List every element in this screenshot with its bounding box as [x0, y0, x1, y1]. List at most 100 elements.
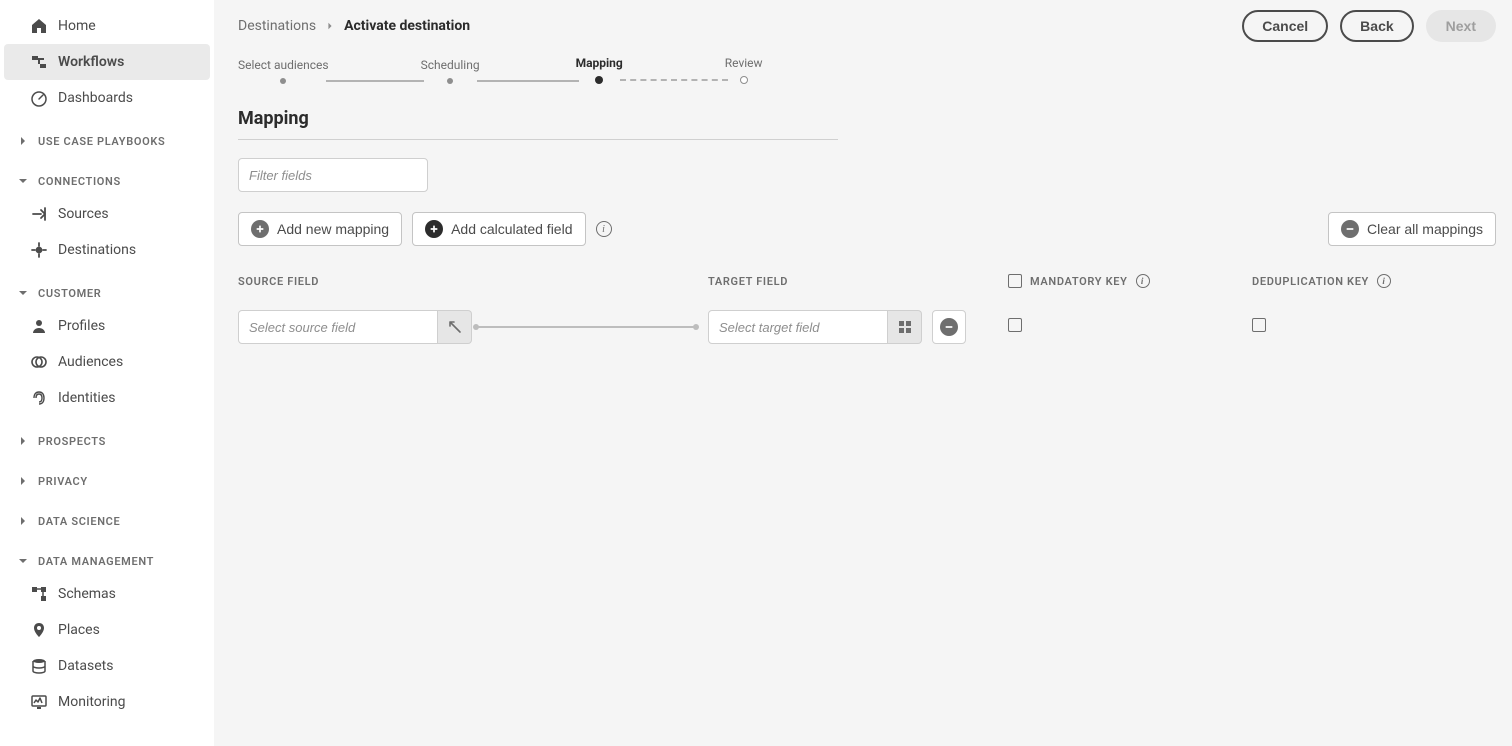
mapping-columns-header: SOURCE FIELD TARGET FIELD MANDATORY KEY …: [238, 274, 1496, 288]
sidebar-item-label: Identities: [58, 390, 115, 406]
step-scheduling[interactable]: Scheduling: [421, 58, 480, 84]
sidebar-item-label: Dashboards: [58, 90, 133, 106]
mapping-connector: [476, 326, 696, 328]
clear-all-mappings-button[interactable]: Clear all mappings: [1328, 212, 1496, 246]
sidebar-item-label: Monitoring: [58, 694, 126, 710]
add-calculated-field-button[interactable]: Add calculated field: [412, 212, 585, 246]
source-field-picker-button[interactable]: [438, 310, 472, 344]
button-label: Clear all mappings: [1367, 221, 1483, 237]
sidebar-item-sources[interactable]: Sources: [4, 196, 210, 232]
sidebar-group-prospects[interactable]: PROSPECTS: [4, 426, 210, 456]
breadcrumb-root[interactable]: Destinations: [238, 18, 316, 34]
sidebar-group-data-management[interactable]: DATA MANAGEMENT: [4, 546, 210, 576]
cancel-button[interactable]: Cancel: [1242, 10, 1328, 42]
sidebar-item-audiences[interactable]: Audiences: [4, 344, 210, 380]
sidebar-group-connections[interactable]: CONNECTIONS: [4, 166, 210, 196]
dedup-key-checkbox[interactable]: [1252, 318, 1266, 332]
next-button: Next: [1426, 10, 1496, 42]
sidebar-item-datasets[interactable]: Datasets: [4, 648, 210, 684]
step-connector: [620, 79, 728, 81]
header-actions: Cancel Back Next: [1242, 10, 1496, 42]
datasets-icon: [30, 657, 48, 675]
column-header-target: TARGET FIELD: [708, 275, 1008, 288]
column-header-dedup: DEDUPLICATION KEY i: [1252, 274, 1496, 288]
sidebar-group-label: DATA MANAGEMENT: [38, 555, 154, 568]
remove-mapping-button[interactable]: [932, 310, 966, 344]
step-dot-icon: [280, 78, 286, 84]
identities-icon: [30, 389, 48, 407]
sidebar-item-dashboards[interactable]: Dashboards: [4, 80, 210, 116]
checkbox-icon[interactable]: [1008, 274, 1022, 288]
mandatory-key-cell: [1008, 318, 1252, 336]
chevron-down-icon: [16, 554, 30, 568]
sidebar-item-places[interactable]: Places: [4, 612, 210, 648]
chevron-right-icon: [326, 22, 334, 30]
sidebar-group-label: USE CASE PLAYBOOKS: [38, 135, 165, 148]
sidebar-item-label: Destinations: [58, 242, 136, 258]
profile-icon: [30, 317, 48, 335]
sidebar-item-label: Places: [58, 622, 100, 638]
plus-circle-icon: [251, 220, 269, 238]
column-header-mandatory: MANDATORY KEY i: [1008, 274, 1252, 288]
sidebar-group-data-science[interactable]: DATA SCIENCE: [4, 506, 210, 536]
workflow-icon: [30, 53, 48, 71]
plus-circle-icon: [425, 220, 443, 238]
dedup-key-cell: [1252, 318, 1496, 336]
arrow-cursor-icon: [450, 322, 460, 332]
info-icon[interactable]: i: [1136, 274, 1150, 288]
sidebar-item-destinations[interactable]: Destinations: [4, 232, 210, 268]
breadcrumb: Destinations Activate destination: [238, 18, 470, 34]
sidebar-item-label: Schemas: [58, 586, 116, 602]
sidebar-item-label: Workflows: [58, 54, 124, 70]
info-icon[interactable]: i: [1377, 274, 1391, 288]
schemas-icon: [30, 585, 48, 603]
sidebar-item-profiles[interactable]: Profiles: [4, 308, 210, 344]
sources-icon: [30, 205, 48, 223]
target-field-picker-button[interactable]: [888, 310, 922, 344]
audiences-icon: [30, 353, 48, 371]
sidebar-group-label: CONNECTIONS: [38, 175, 121, 188]
sidebar-group-use-case-playbooks[interactable]: USE CASE PLAYBOOKS: [4, 126, 210, 156]
mapping-row: [238, 310, 1496, 344]
sidebar-item-workflows[interactable]: Workflows: [4, 44, 210, 80]
sidebar: Home Workflows Dashboards USE CASE PLAYB…: [0, 0, 214, 746]
step-connector: [477, 80, 579, 82]
step-dot-icon: [447, 78, 453, 84]
chevron-right-icon: [16, 514, 30, 528]
step-label: Review: [725, 56, 763, 70]
sidebar-item-schemas[interactable]: Schemas: [4, 576, 210, 612]
sidebar-group-label: PROSPECTS: [38, 435, 106, 448]
target-field-input[interactable]: [708, 310, 888, 344]
source-field-input[interactable]: [238, 310, 438, 344]
mandatory-key-checkbox[interactable]: [1008, 318, 1022, 332]
step-review[interactable]: Review: [725, 56, 763, 84]
mapping-toolbar: Add new mapping Add calculated field i C…: [238, 212, 1496, 246]
destinations-icon: [30, 241, 48, 259]
step-select-audiences[interactable]: Select audiences: [238, 58, 329, 84]
sidebar-item-home[interactable]: Home: [4, 8, 210, 44]
step-mapping[interactable]: Mapping: [576, 56, 623, 84]
chevron-right-icon: [16, 134, 30, 148]
info-icon[interactable]: i: [596, 221, 612, 237]
step-dot-icon: [740, 76, 748, 84]
sidebar-group-privacy[interactable]: PRIVACY: [4, 466, 210, 496]
divider: [238, 139, 838, 140]
step-connector: [326, 80, 424, 82]
filter-fields-input[interactable]: [238, 158, 428, 192]
dashboard-icon: [30, 89, 48, 107]
sidebar-item-identities[interactable]: Identities: [4, 380, 210, 416]
home-icon: [30, 17, 48, 35]
minus-circle-icon: [1341, 220, 1359, 238]
page-title: Mapping: [238, 102, 1496, 139]
chevron-down-icon: [16, 174, 30, 188]
sidebar-item-monitoring[interactable]: Monitoring: [4, 684, 210, 720]
minus-circle-icon: [940, 318, 958, 336]
button-label: Add calculated field: [451, 221, 572, 237]
sidebar-group-customer[interactable]: CUSTOMER: [4, 278, 210, 308]
sidebar-item-label: Sources: [58, 206, 109, 222]
sidebar-item-label: Datasets: [58, 658, 113, 674]
header: Destinations Activate destination Cancel…: [214, 0, 1512, 42]
back-button[interactable]: Back: [1340, 10, 1413, 42]
add-new-mapping-button[interactable]: Add new mapping: [238, 212, 402, 246]
step-label: Mapping: [576, 56, 623, 70]
